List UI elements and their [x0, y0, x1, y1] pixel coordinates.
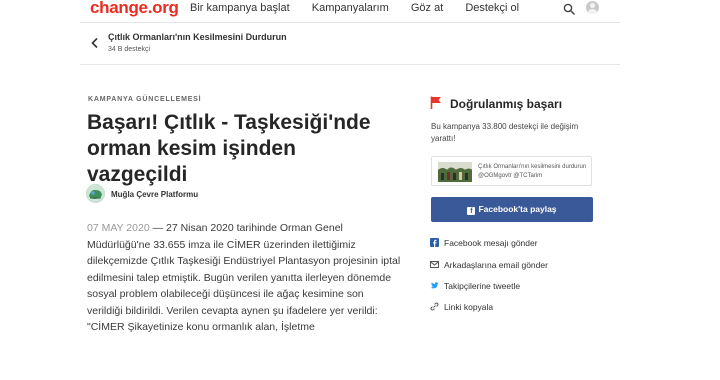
share-tweet[interactable]: Takipçilerine tweetle: [430, 281, 520, 295]
share-tweet-label: Takipçilerine tweetle: [444, 281, 521, 291]
petition-title[interactable]: Çıtlık Ormanları'nın Kesilmesini Durduru…: [108, 32, 287, 42]
share-email-label: Arkadaşlarına email gönder: [444, 260, 548, 270]
user-avatar[interactable]: [586, 1, 599, 14]
article-headline: Başarı! Çıtlık - Taşkesiği'nde orman kes…: [87, 111, 371, 186]
tweet-text: Çıtlık Ormanları'nın kesilmesini durduru…: [478, 164, 587, 179]
protest-photo-icon: [438, 162, 472, 182]
facebook-share-button[interactable]: f Facebook'ta paylaş: [431, 197, 593, 222]
top-nav: change.org Bir kampanya başlat Kampanyal…: [0, 0, 720, 22]
twitter-icon: [430, 282, 439, 289]
share-facebook-message[interactable]: Facebook mesajı gönder: [430, 238, 538, 252]
nav-link-my-campaigns[interactable]: Kampanyalarım: [312, 2, 389, 14]
share-copy-link[interactable]: Linki kopyala: [430, 302, 493, 316]
petition-bar-divider: [80, 64, 620, 65]
tweet-card[interactable]: Çıtlık Ormanları'nın kesilmesini durduru…: [431, 156, 592, 186]
petition-supporter-count: 34 B destekçi: [108, 46, 151, 53]
nav-link-start-campaign[interactable]: Bir kampanya başlat: [190, 2, 290, 14]
verified-victory-title: Doğrulanmış başarı: [450, 97, 563, 111]
search-icon[interactable]: [563, 3, 575, 15]
facebook-icon: f: [467, 207, 476, 215]
article-date: 07 MAY 2020: [87, 222, 150, 234]
share-facebook-message-label: Facebook mesajı gönder: [444, 238, 538, 248]
nav-divider: [80, 22, 620, 23]
share-copy-link-label: Linki kopyala: [444, 302, 494, 312]
article-body: 07 MAY 2020 — 27 Nisan 2020 tarihinde Or…: [87, 220, 402, 336]
link-icon: [430, 302, 439, 311]
share-email[interactable]: Arkadaşlarına email gönder: [430, 260, 548, 274]
author-logo-icon: [86, 184, 105, 203]
change-org-logo[interactable]: change.org: [90, 0, 179, 18]
tweet-thumbnail: [438, 162, 472, 182]
verified-victory-description: Bu kampanya 33.800 destekçi ile değişim …: [431, 122, 579, 143]
nav-link-browse[interactable]: Göz at: [411, 2, 443, 14]
author-name[interactable]: Muğla Çevre Platformu: [111, 190, 198, 199]
facebook-share-label: Facebook'ta paylaş: [478, 204, 557, 214]
facebook-icon: [430, 238, 439, 247]
flag-icon: [430, 96, 441, 109]
update-kicker: KAMPANYA GÜNCELLEMESİ: [88, 96, 202, 103]
back-chevron-icon[interactable]: [90, 37, 100, 49]
author-avatar[interactable]: [86, 184, 105, 203]
email-icon: [430, 261, 439, 268]
nav-links: Bir kampanya başlat Kampanyalarım Göz at…: [190, 2, 538, 14]
nav-link-become-supporter[interactable]: Destekçi ol: [465, 2, 519, 14]
article-body-text: — 27 Nisan 2020 tarihinde Orman Genel Mü…: [87, 222, 401, 333]
